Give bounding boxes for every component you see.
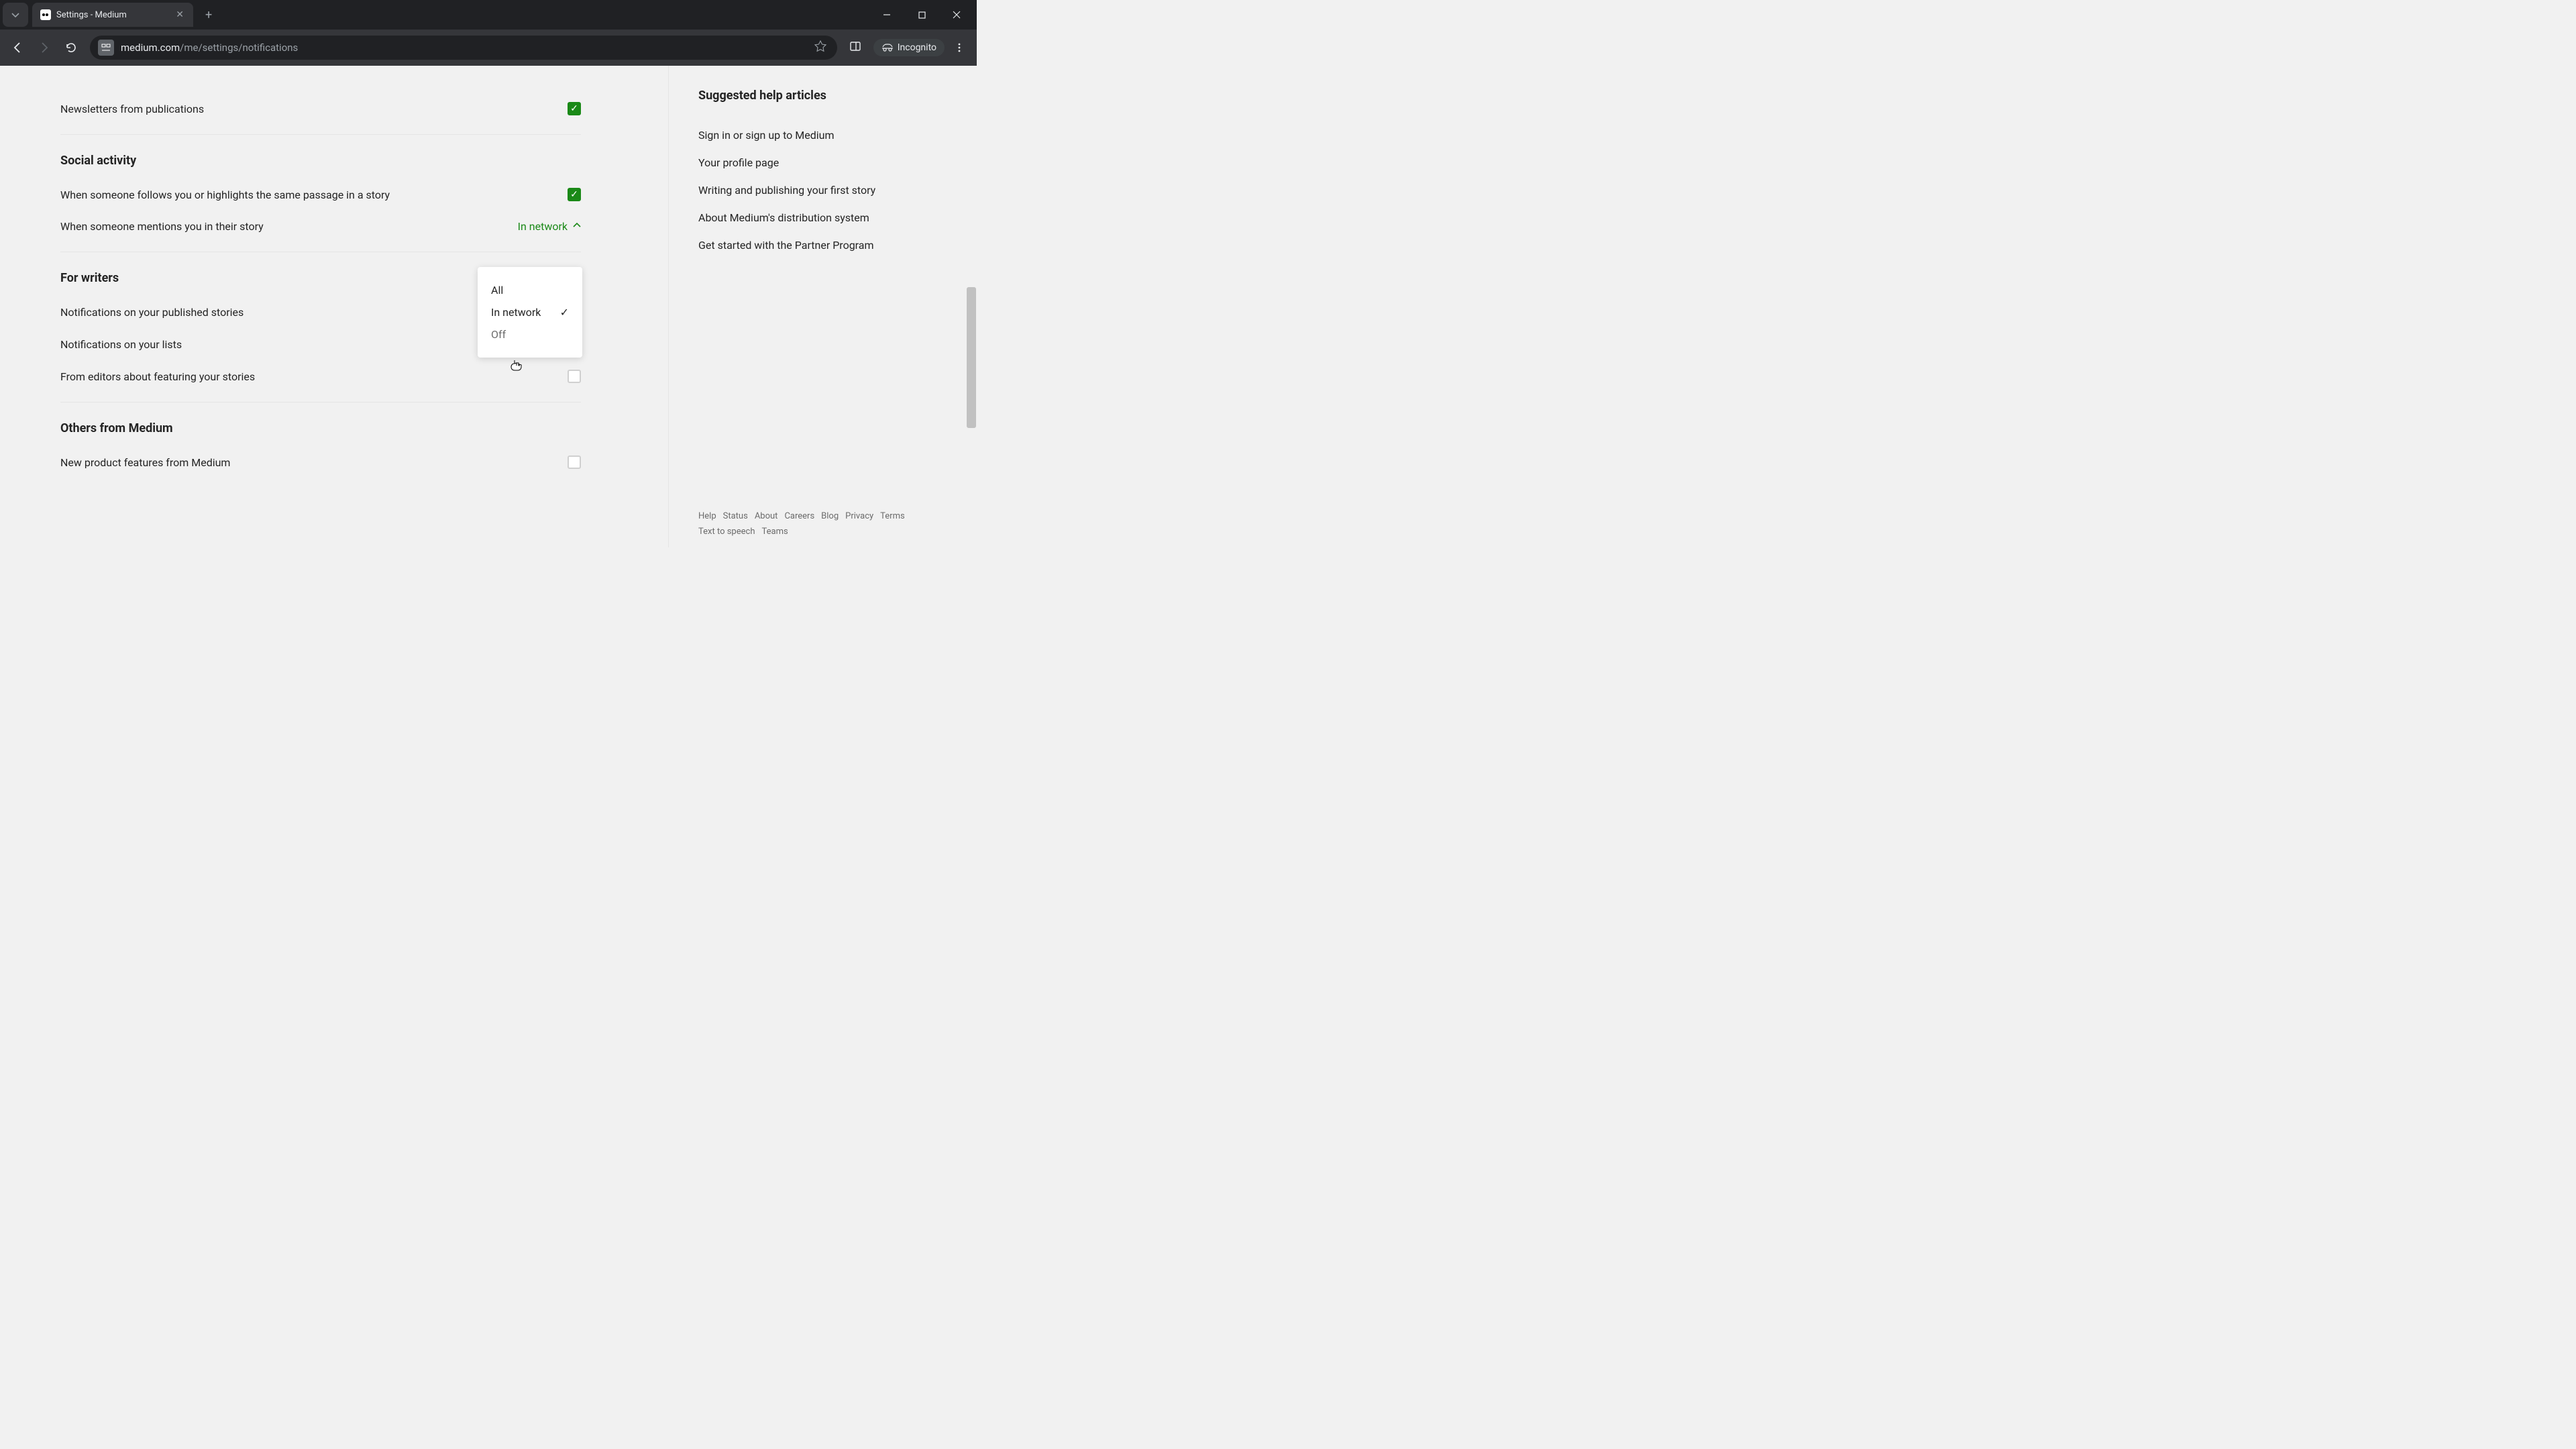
option-label: Off: [491, 328, 506, 341]
url-text: medium.com/me/settings/notifications: [121, 42, 298, 54]
checkbox-social-follow[interactable]: ✓: [568, 188, 581, 201]
window-controls: [872, 3, 977, 27]
side-panel-icon[interactable]: [844, 35, 867, 60]
help-sidebar: Suggested help articles Sign in or sign …: [668, 66, 977, 547]
help-link-profile[interactable]: Your profile page: [698, 149, 977, 176]
help-link-signin[interactable]: Sign in or sign up to Medium: [698, 121, 977, 149]
checkbox-newsletters[interactable]: ✓: [568, 102, 581, 115]
check-icon: ✓: [570, 190, 578, 199]
footer-privacy[interactable]: Privacy: [845, 511, 873, 521]
tab-area: Settings - Medium ✕ +: [0, 0, 217, 30]
setting-label: When someone mentions you in their story: [60, 220, 264, 233]
tab-title: Settings - Medium: [56, 10, 169, 20]
bookmark-icon[interactable]: [812, 38, 829, 58]
setting-social-mention: When someone mentions you in their story…: [60, 211, 581, 242]
checkbox-others-product[interactable]: [568, 455, 581, 469]
setting-newsletters: Newsletters from publications ✓: [60, 93, 581, 125]
incognito-icon: [881, 43, 894, 52]
browser-tab[interactable]: Settings - Medium ✕: [32, 3, 193, 27]
setting-writers-editors: From editors about featuring your storie…: [60, 360, 581, 392]
scrollbar[interactable]: [966, 66, 977, 547]
footer-links: Help Status About Careers Blog Privacy T…: [698, 511, 913, 537]
incognito-label: Incognito: [898, 42, 936, 53]
sidebar-header: Suggested help articles: [698, 89, 977, 103]
setting-label: Notifications on your published stories: [60, 306, 244, 319]
page-content: Newsletters from publications ✓ Social a…: [0, 66, 977, 547]
footer-teams[interactable]: Teams: [761, 527, 788, 537]
option-label: In network: [491, 306, 541, 319]
scroll-thumb[interactable]: [967, 287, 976, 428]
help-link-distribution[interactable]: About Medium's distribution system: [698, 204, 977, 231]
tab-search-button[interactable]: [3, 3, 28, 27]
favicon-icon: [40, 9, 51, 20]
dropdown-option-in-network[interactable]: In network ✓: [478, 301, 582, 323]
address-bar[interactable]: medium.com/me/settings/notifications: [90, 36, 837, 60]
close-window-button[interactable]: [942, 3, 971, 27]
footer-about[interactable]: About: [755, 511, 778, 521]
chevron-up-icon: [573, 221, 581, 231]
tab-close-button[interactable]: ✕: [174, 8, 185, 21]
chevron-down-icon: [11, 11, 19, 19]
dropdown-option-off[interactable]: Off: [478, 323, 582, 345]
checkbox-writers-editors[interactable]: [568, 370, 581, 383]
footer-tts[interactable]: Text to speech: [698, 527, 755, 537]
footer-help[interactable]: Help: [698, 511, 716, 521]
browser-tab-strip: Settings - Medium ✕ +: [0, 0, 977, 30]
minimize-button[interactable]: [872, 3, 902, 27]
dropdown-option-all[interactable]: All: [478, 279, 582, 301]
dropdown-value: In network: [518, 220, 568, 233]
reload-button[interactable]: [59, 36, 83, 60]
setting-social-follow: When someone follows you or highlights t…: [60, 178, 581, 211]
maximize-button[interactable]: [907, 3, 936, 27]
settings-main: Newsletters from publications ✓ Social a…: [0, 66, 668, 547]
mention-dropdown-trigger[interactable]: In network: [518, 220, 581, 233]
help-link-writing[interactable]: Writing and publishing your first story: [698, 176, 977, 204]
setting-label: Notifications on your lists: [60, 338, 182, 351]
mention-dropdown-menu: All In network ✓ Off: [478, 267, 582, 358]
footer-blog[interactable]: Blog: [821, 511, 839, 521]
forward-button[interactable]: [32, 36, 56, 60]
setting-label: New product features from Medium: [60, 456, 230, 469]
section-social-header: Social activity: [60, 135, 668, 178]
setting-label: Newsletters from publications: [60, 103, 204, 115]
footer-terms[interactable]: Terms: [880, 511, 905, 521]
setting-label: When someone follows you or highlights t…: [60, 189, 390, 201]
setting-label: From editors about featuring your storie…: [60, 370, 255, 383]
browser-toolbar: medium.com/me/settings/notifications Inc…: [0, 30, 977, 66]
footer-status[interactable]: Status: [723, 511, 748, 521]
site-info-icon[interactable]: [98, 40, 114, 56]
browser-menu-button[interactable]: [947, 36, 971, 60]
help-link-partner[interactable]: Get started with the Partner Program: [698, 231, 977, 259]
footer-careers[interactable]: Careers: [784, 511, 814, 521]
check-icon: ✓: [570, 104, 578, 113]
new-tab-button[interactable]: +: [200, 5, 217, 25]
setting-others-product: New product features from Medium: [60, 446, 581, 478]
option-label: All: [491, 284, 503, 297]
back-button[interactable]: [5, 36, 30, 60]
check-icon: ✓: [560, 306, 569, 319]
incognito-badge[interactable]: Incognito: [873, 39, 945, 56]
section-others-header: Others from Medium: [60, 402, 668, 446]
